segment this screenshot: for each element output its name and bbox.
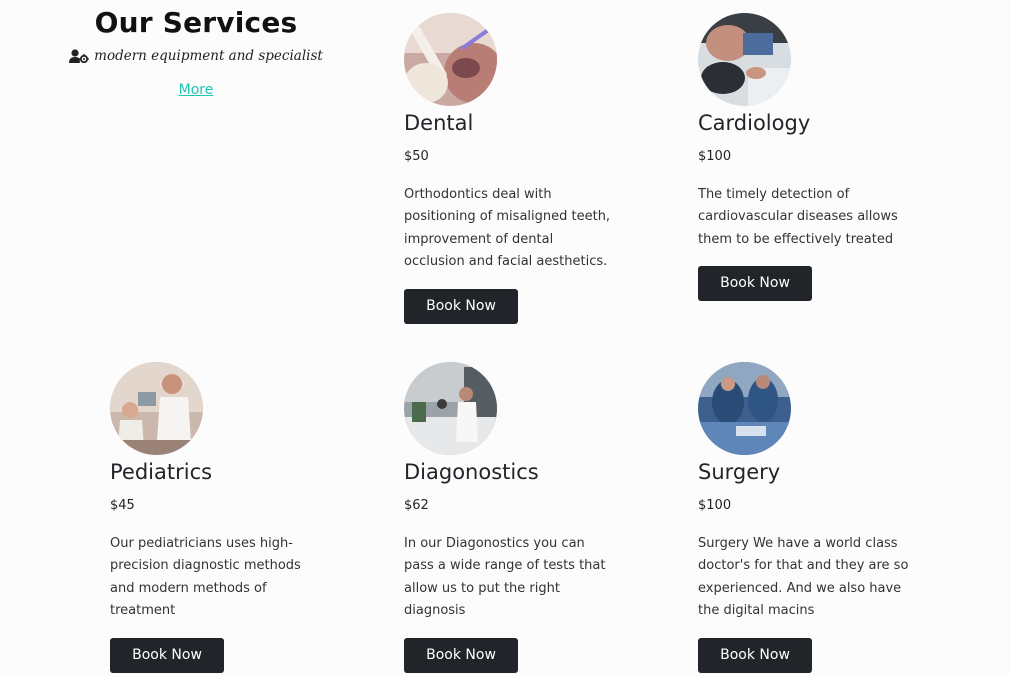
diagnostics-photo xyxy=(404,362,497,455)
page-title: Our Services xyxy=(94,6,298,39)
service-card-surgery: Surgery $100 Surgery We have a world cla… xyxy=(698,362,913,673)
service-card-pediatrics: Pediatrics $45 Our pediatricians uses hi… xyxy=(110,362,325,673)
service-price: $100 xyxy=(698,498,732,513)
cardiology-photo xyxy=(698,13,791,106)
services-intro: Our Services modern equipment and specia… xyxy=(60,4,332,98)
tagline-text: modern equipment and specialist xyxy=(94,48,323,64)
services-page: Our Services modern equipment and specia… xyxy=(0,0,1010,676)
book-now-button[interactable]: Book Now xyxy=(404,637,518,673)
user-gear-icon xyxy=(69,49,89,63)
service-card-cardiology: Cardiology $100 The timely detection of … xyxy=(698,13,913,302)
services-tagline: modern equipment and specialist xyxy=(60,48,332,64)
service-description: Our pediatricians uses high-precision di… xyxy=(110,536,301,619)
surgery-photo xyxy=(698,362,791,455)
service-description: Orthodontics deal with positioning of mi… xyxy=(404,187,611,270)
service-price: $62 xyxy=(404,498,429,513)
service-card-diagnostics: Diagonostics $62 In our Diagonostics you… xyxy=(404,362,619,673)
service-price: $100 xyxy=(698,149,732,164)
book-now-button[interactable]: Book Now xyxy=(698,637,812,673)
service-description: The timely detection of cardiovascular d… xyxy=(698,187,898,247)
dental-photo xyxy=(404,13,497,106)
service-description: In our Diagonostics you can pass a wide … xyxy=(404,536,606,619)
service-name: Diagonostics xyxy=(404,460,539,484)
pediatrics-photo xyxy=(110,362,203,455)
service-name: Surgery xyxy=(698,460,781,484)
book-now-button[interactable]: Book Now xyxy=(110,637,224,673)
more-link[interactable]: More xyxy=(179,82,214,98)
service-name: Pediatrics xyxy=(110,460,213,484)
service-description: Surgery We have a world class doctor's f… xyxy=(698,536,909,619)
book-now-button[interactable]: Book Now xyxy=(698,266,812,302)
service-card-dental: Dental $50 Orthodontics deal with positi… xyxy=(404,13,619,324)
service-name: Cardiology xyxy=(698,111,811,135)
service-price: $50 xyxy=(404,149,429,164)
service-price: $45 xyxy=(110,498,135,513)
book-now-button[interactable]: Book Now xyxy=(404,288,518,324)
service-name: Dental xyxy=(404,111,474,135)
